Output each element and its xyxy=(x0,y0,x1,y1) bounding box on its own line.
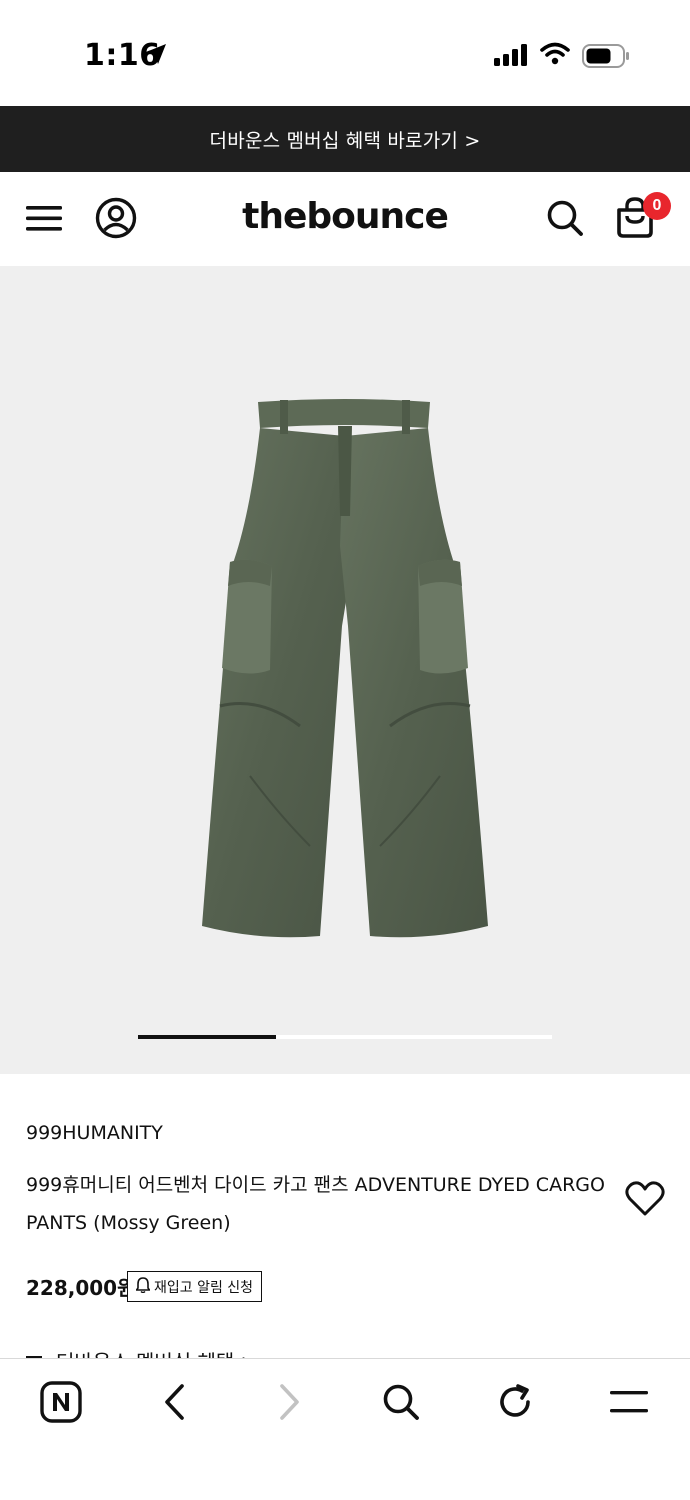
browser-menu-button[interactable] xyxy=(606,1381,652,1427)
back-button[interactable] xyxy=(152,1381,198,1427)
cart-count-badge: 0 xyxy=(643,192,671,220)
wishlist-button[interactable] xyxy=(622,1180,668,1222)
back-icon xyxy=(162,1383,188,1426)
browser-toolbar xyxy=(0,1358,690,1500)
product-brand[interactable]: 999HUMANITY xyxy=(26,1122,163,1144)
forward-button[interactable] xyxy=(266,1381,312,1427)
gallery-slide-indicator xyxy=(138,1035,552,1039)
wifi-icon xyxy=(540,42,570,71)
gallery-slide-active xyxy=(138,1035,276,1039)
restock-alert-button[interactable]: 재입고 알림 신청 xyxy=(127,1271,263,1302)
browser-search-button[interactable] xyxy=(378,1381,424,1427)
restock-alert-label: 재입고 알림 신청 xyxy=(154,1279,254,1296)
naver-home-button[interactable] xyxy=(38,1380,84,1428)
location-arrow-icon xyxy=(144,42,168,71)
header-search-button[interactable] xyxy=(543,198,587,242)
signal-icon xyxy=(494,44,530,71)
product-image-gallery[interactable] xyxy=(0,266,690,1074)
naver-icon xyxy=(40,1380,82,1428)
membership-promo-banner[interactable]: 더바운스 멤버십 혜택 바로가기 > xyxy=(0,106,690,172)
forward-icon xyxy=(276,1383,302,1426)
promo-banner-text: 더바운스 멤버십 혜택 바로가기 > xyxy=(209,129,481,152)
menu-icon xyxy=(609,1388,649,1421)
product-image xyxy=(190,396,500,946)
product-name: 999휴머니티 어드벤처 다이드 카고 팬츠 ADVENTURE DYED CA… xyxy=(26,1174,605,1234)
refresh-button[interactable] xyxy=(492,1381,538,1427)
site-header: thebounce xyxy=(0,172,690,266)
battery-icon xyxy=(582,44,630,73)
heart-icon xyxy=(625,1180,665,1222)
refresh-icon xyxy=(496,1383,534,1426)
status-bar: 1:16 xyxy=(0,0,690,106)
bell-icon xyxy=(134,1276,152,1297)
product-price: 228,000원 xyxy=(26,1276,136,1300)
search-icon xyxy=(382,1383,420,1426)
search-icon xyxy=(546,199,584,242)
